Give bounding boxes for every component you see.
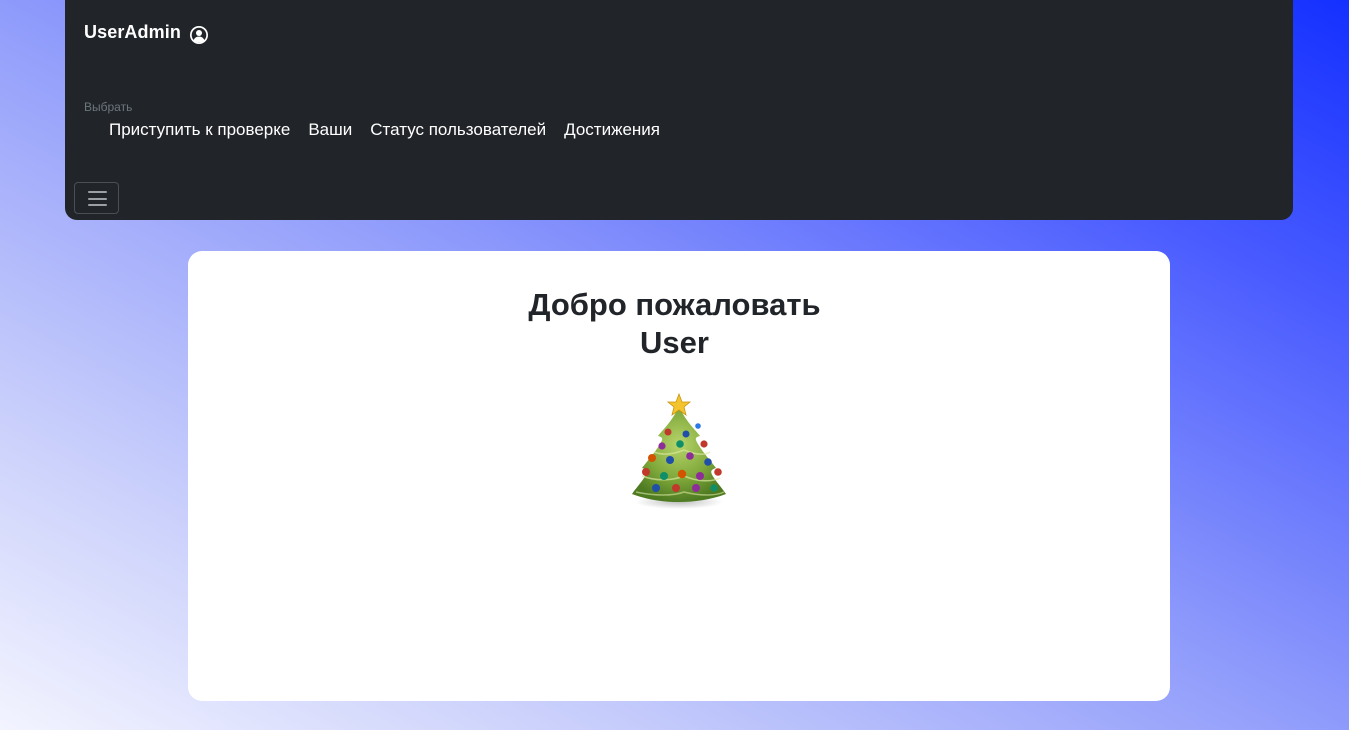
navbar-toggler-button[interactable]	[74, 182, 119, 214]
nav-link-start-check[interactable]: Приступить к проверке	[109, 120, 290, 140]
brand-name: UserAdmin	[84, 21, 181, 42]
hamburger-menu-icon	[88, 191, 107, 206]
nav-link-user-status[interactable]: Статус пользователей	[370, 120, 546, 140]
brand-link[interactable]: UserAdmin	[84, 19, 209, 45]
user-circle-icon	[189, 25, 209, 45]
christmas-tree-icon	[624, 392, 734, 510]
select-label: Выбрать	[84, 100, 133, 114]
top-navbar: UserAdmin Выбрать Приступить к проверке …	[65, 0, 1293, 220]
nav-link-achievements[interactable]: Достижения	[564, 120, 660, 140]
nav-link-yours[interactable]: Ваши	[308, 120, 352, 140]
welcome-heading: Добро пожаловать User	[0, 286, 1349, 362]
greeting-text: Добро пожаловать	[528, 287, 821, 322]
nav-links: Приступить к проверке Ваши Статус пользо…	[109, 120, 660, 140]
username-text: User	[640, 325, 709, 360]
